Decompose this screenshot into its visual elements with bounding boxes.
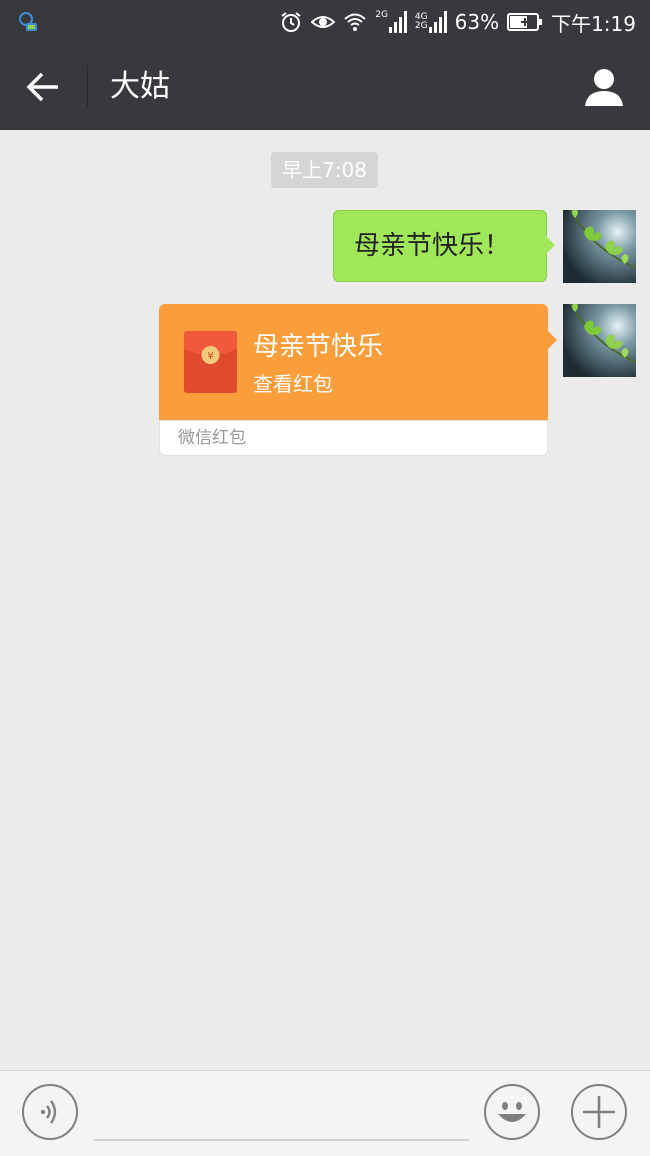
- status-time: 下午1:19: [551, 11, 636, 36]
- network-label-b-bottom: 2G: [414, 21, 428, 31]
- message-input[interactable]: [94, 1139, 469, 1141]
- battery-percent: 63%: [454, 10, 500, 34]
- signal-4g: 4G 2G: [415, 11, 447, 33]
- avatar-image: [563, 210, 636, 283]
- eye-icon: [311, 16, 336, 28]
- chat-header: 大姑: [0, 44, 650, 130]
- network-label-a: 2G: [375, 10, 388, 20]
- red-packet-message[interactable]: ¥ 母亲节快乐 查看红包 微信红包: [159, 304, 557, 456]
- red-envelope-icon: ¥: [184, 331, 237, 393]
- profile-icon[interactable]: [582, 66, 626, 108]
- avatar-image: [563, 304, 636, 377]
- message-text: 母亲节快乐！: [354, 231, 511, 261]
- bubble-tail: [548, 331, 557, 349]
- input-bar: [0, 1070, 650, 1156]
- bubble-tail: [546, 236, 555, 254]
- red-packet-footer: 微信红包: [159, 420, 548, 456]
- yuan-symbol: ¥: [207, 351, 213, 362]
- red-packet-subtitle: 查看红包: [253, 372, 333, 396]
- avatar[interactable]: [563, 304, 636, 377]
- voice-icon: [40, 1100, 57, 1124]
- notification-app-icon: [19, 12, 37, 31]
- signal-bars-icon-2: [428, 11, 447, 33]
- plus-icon: [583, 1096, 615, 1128]
- signal-bars-icon: [388, 11, 407, 33]
- message-timestamp: 早上7:08: [271, 152, 378, 188]
- chat-title: 大姑: [110, 69, 170, 104]
- back-arrow-icon[interactable]: [20, 66, 68, 108]
- avatar[interactable]: [563, 210, 636, 283]
- wifi-icon: [344, 13, 366, 31]
- red-packet-title: 母亲节快乐: [253, 332, 384, 362]
- more-button[interactable]: [571, 1084, 627, 1140]
- battery-charging-icon: [507, 13, 543, 31]
- message-bubble-text[interactable]: 母亲节快乐！: [333, 210, 555, 282]
- status-bar: 2G 4G 2G 63% 下午1:19: [0, 0, 650, 44]
- smiley-icon: [498, 1102, 526, 1122]
- voice-button[interactable]: [22, 1084, 78, 1140]
- header-divider: [87, 66, 88, 108]
- alarm-icon: [281, 12, 301, 32]
- signal-2g: 2G: [375, 11, 407, 33]
- emoji-button[interactable]: [484, 1084, 540, 1140]
- red-packet-body: ¥ 母亲节快乐 查看红包: [159, 304, 548, 420]
